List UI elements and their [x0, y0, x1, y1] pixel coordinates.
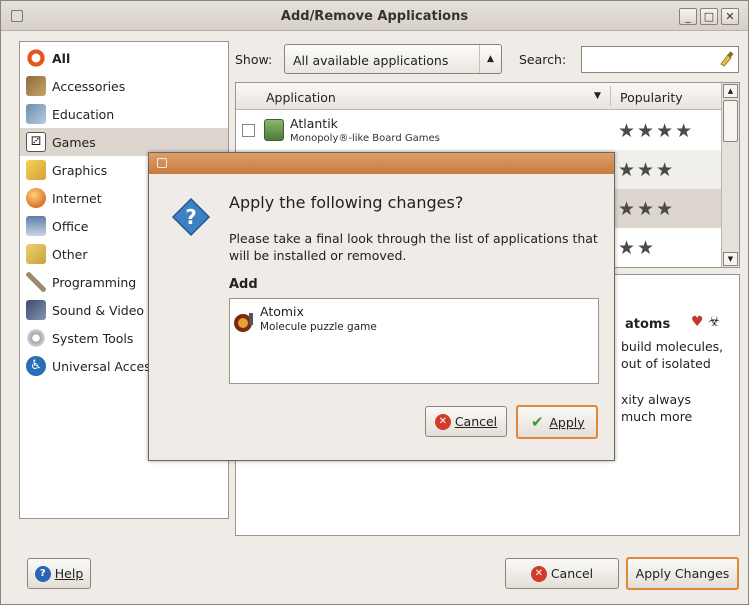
help-icon: ?	[34, 565, 51, 582]
category-label: Education	[52, 106, 115, 122]
search-input[interactable]	[581, 46, 739, 73]
title-bar[interactable]: Add/Remove Applications _ □ ✕	[1, 1, 748, 31]
dialog-message: Please take a final look through the lis…	[229, 231, 598, 263]
app-name: Atlantik	[290, 116, 338, 131]
category-label: Graphics	[52, 162, 108, 178]
dialog-menu-icon[interactable]	[157, 158, 167, 168]
search-label: Search:	[519, 52, 567, 67]
atom-icons: ♥ ☣	[691, 314, 721, 330]
category-label: Office	[52, 218, 89, 234]
category-label: Universal Access	[52, 358, 158, 374]
category-all[interactable]: All	[20, 44, 228, 72]
popularity-stars: ★★★	[618, 159, 676, 181]
help-button[interactable]: ? Help	[27, 558, 91, 589]
show-combo[interactable]: All available applications ▲	[284, 44, 502, 74]
table-header: Application ▼ Popularity	[236, 83, 722, 110]
confirm-dialog: ? Apply the following changes? Please ta…	[148, 152, 615, 461]
show-combo-value: All available applications	[293, 53, 449, 68]
category-label: Accessories	[52, 78, 126, 94]
column-separator	[610, 86, 611, 106]
cancel-label: Cancel	[550, 566, 594, 581]
cancel-icon: ✕	[434, 413, 451, 430]
svg-text:?: ?	[185, 205, 197, 229]
dialog-cancel-label: Cancel	[454, 414, 498, 429]
category-label: All	[52, 50, 71, 66]
description-line: build molecules,	[621, 339, 724, 354]
graphics-icon	[26, 160, 46, 180]
scroll-down-icon[interactable]: ▼	[723, 252, 738, 266]
apply-changes-label: Apply Changes	[635, 566, 730, 581]
category-label: Programming	[52, 274, 137, 290]
help-label: Help	[54, 566, 84, 581]
category-education[interactable]: Education	[20, 100, 228, 128]
window-title: Add/Remove Applications	[280, 9, 469, 24]
ubuntu-logo-icon	[26, 48, 46, 68]
install-checkbox[interactable]	[242, 124, 255, 137]
change-item-name: Atomix	[260, 304, 304, 319]
category-label: System Tools	[52, 330, 134, 346]
minimize-button[interactable]: _	[679, 8, 697, 25]
checkmark-icon: ✔	[531, 413, 544, 431]
close-button[interactable]: ✕	[721, 8, 739, 25]
category-label: Games	[52, 134, 96, 150]
office-icon	[26, 216, 46, 236]
dialog-apply-button[interactable]: ✔ Apply	[516, 405, 598, 439]
category-label: Internet	[52, 190, 102, 206]
sound-video-icon	[26, 300, 46, 320]
column-application[interactable]: Application	[266, 90, 336, 105]
clear-search-icon[interactable]	[718, 51, 734, 67]
accessories-icon	[26, 76, 46, 96]
description-line: xity always	[621, 392, 692, 407]
system-tools-icon	[26, 328, 46, 348]
atomix-icon	[234, 313, 253, 332]
description-line: much more	[621, 409, 693, 424]
dialog-section-label: Add	[229, 277, 258, 292]
table-scrollbar[interactable]: ▲ ▼	[721, 83, 739, 267]
universal-access-icon: ♿	[26, 356, 46, 376]
atlantik-icon	[264, 119, 284, 141]
dialog-apply-label: Apply	[549, 414, 585, 430]
popularity-stars: ★★★★	[618, 120, 695, 142]
popularity-stars: ★★	[618, 237, 657, 259]
category-accessories[interactable]: Accessories	[20, 72, 228, 100]
internet-icon	[26, 188, 46, 208]
games-icon: ⚂	[26, 132, 46, 152]
sort-descending-icon: ▼	[594, 91, 601, 101]
programming-icon	[26, 272, 46, 292]
education-icon	[26, 104, 46, 124]
scroll-up-icon[interactable]: ▲	[723, 84, 738, 98]
maximize-button[interactable]: □	[700, 8, 718, 25]
changes-list[interactable]: Atomix Molecule puzzle game	[229, 298, 599, 384]
other-icon	[26, 244, 46, 264]
description-line: out of isolated	[621, 356, 711, 371]
category-label: Sound & Video	[52, 302, 145, 318]
description-heading: atoms	[625, 317, 671, 332]
show-label: Show:	[235, 52, 273, 67]
apply-changes-button[interactable]: Apply Changes	[626, 557, 739, 590]
cancel-icon: ✕	[530, 565, 547, 582]
table-row[interactable]: Atlantik Monopoly®-like Board Games ★★★★	[236, 111, 722, 150]
dialog-heading: Apply the following changes?	[229, 193, 464, 212]
app-description: Monopoly®-like Board Games	[290, 133, 440, 144]
category-label: Other	[52, 246, 88, 262]
popularity-stars: ★★★	[618, 198, 676, 220]
cancel-button[interactable]: ✕ Cancel	[505, 558, 619, 589]
scroll-thumb[interactable]	[723, 100, 738, 142]
dialog-cancel-button[interactable]: ✕ Cancel	[425, 406, 507, 437]
column-popularity[interactable]: Popularity	[620, 90, 683, 105]
change-item-description: Molecule puzzle game	[260, 321, 377, 333]
question-icon: ?	[171, 197, 211, 237]
combo-arrow-icon: ▲	[479, 45, 501, 73]
dialog-title-bar[interactable]	[149, 153, 614, 174]
